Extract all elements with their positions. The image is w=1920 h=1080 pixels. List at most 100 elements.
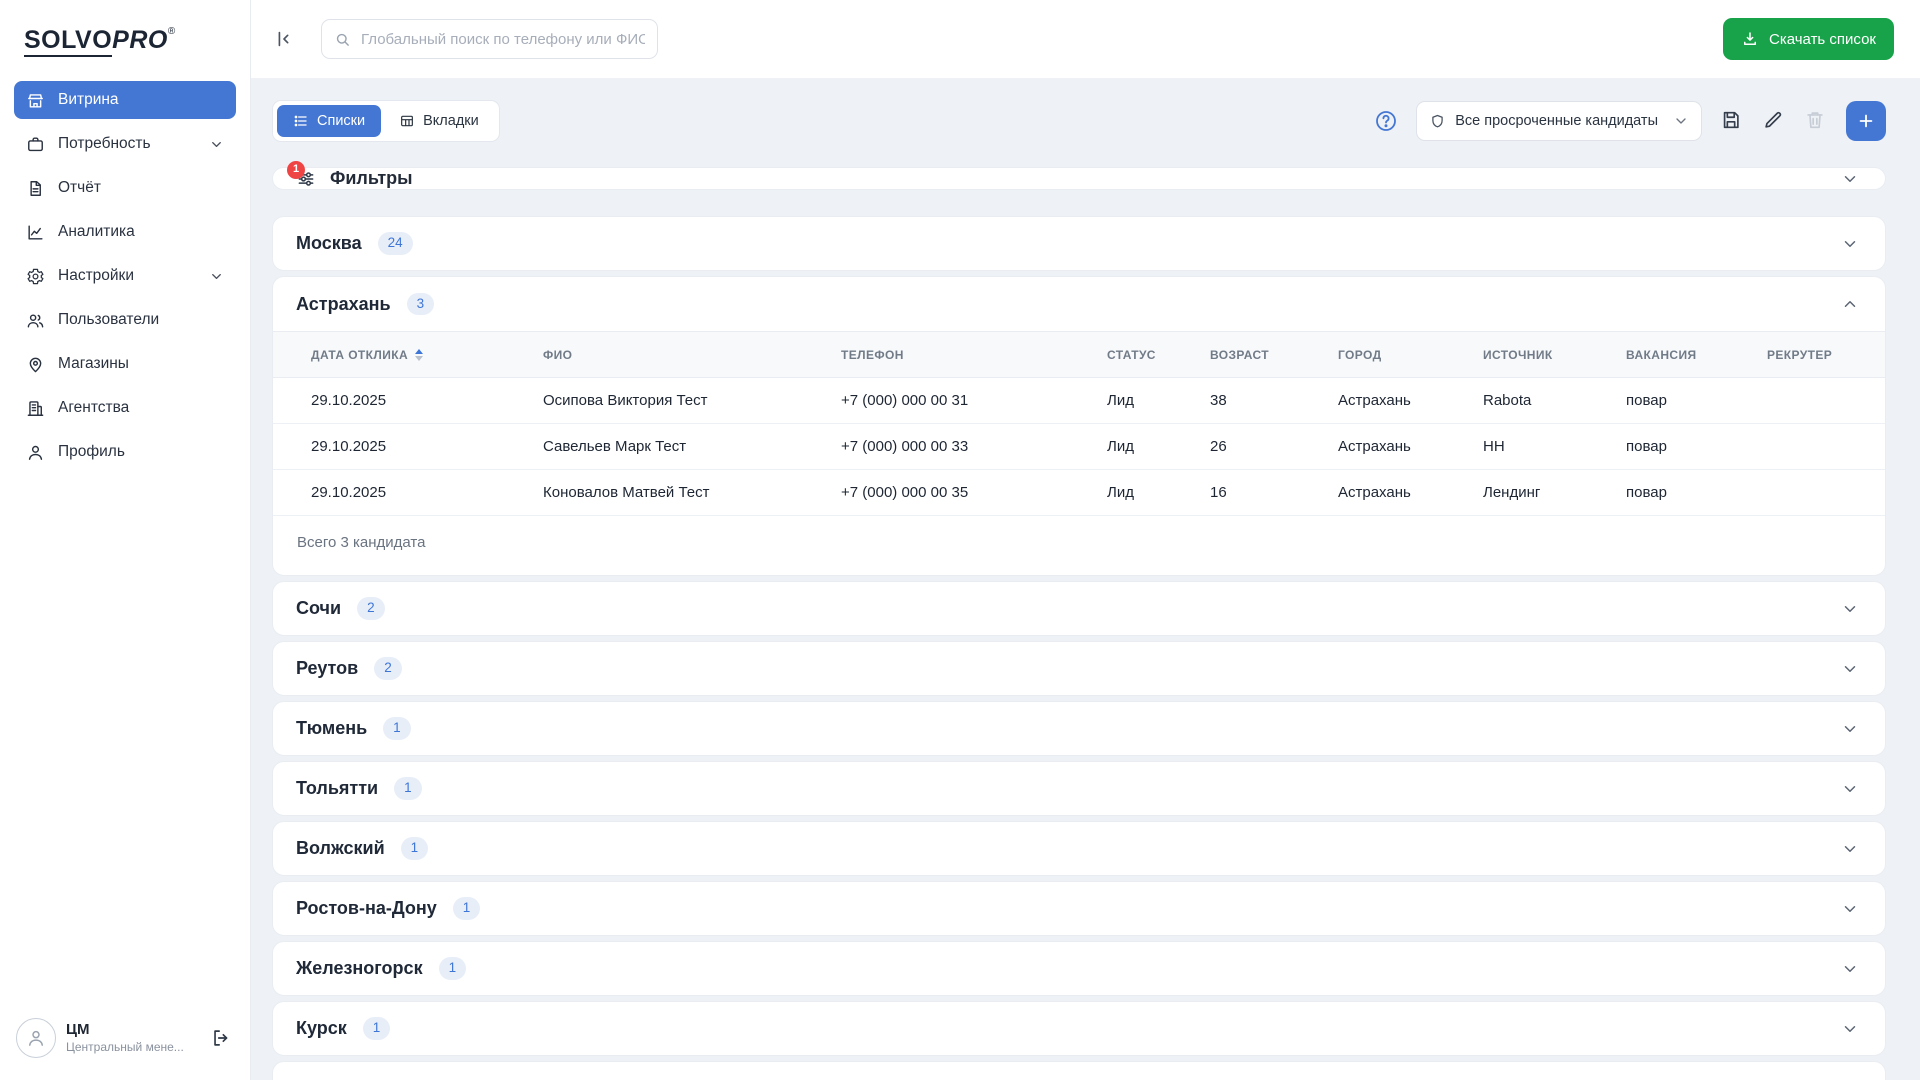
edit-button[interactable] (1762, 109, 1786, 133)
logo-text-accent: PRO (112, 26, 168, 54)
chevron-down-icon (1673, 113, 1689, 129)
group-reutov[interactable]: Реутов 2 (272, 641, 1886, 696)
candidate-row[interactable]: 29.10.2025 Осипова Виктория Тест +7 (000… (273, 377, 1885, 424)
sidebar-collapse-button[interactable] (267, 22, 301, 56)
trademark-symbol: ® (167, 26, 176, 37)
download-list-button[interactable]: Скачать список (1723, 18, 1894, 60)
add-list-button[interactable] (1846, 101, 1886, 141)
column-header-source: ИСТОЧНИК (1483, 331, 1626, 378)
group-tyumen[interactable]: Тюмень 1 (272, 701, 1886, 756)
sidebar-item-label: Отчёт (58, 179, 101, 196)
avatar (16, 1018, 56, 1058)
sidebar-item-label: Витрина (58, 91, 119, 108)
list-selector-dropdown[interactable]: Все просроченные кандидаты (1416, 101, 1702, 141)
candidates-table: ДАТА ОТКЛИКА ФИО ТЕЛЕФОН СТАТУС ВОЗРАСТ … (273, 331, 1885, 516)
logout-icon[interactable] (210, 1027, 232, 1049)
content: Списки Вкладки Все просроченные кандидат… (251, 78, 1920, 1080)
group-count-badge: 1 (362, 1017, 391, 1040)
filters-title: Фильтры (330, 168, 413, 188)
gear-icon (26, 267, 45, 286)
sidebar: SOLVOPRO® Витрина Потребность Отчёт Анал… (0, 0, 251, 1080)
column-header-recruiter: РЕКРУТЕР (1767, 331, 1885, 378)
group-count-badge: 2 (357, 597, 385, 620)
sidebar-item-label: Пользователи (58, 311, 160, 328)
column-header-city: ГОРОД (1338, 331, 1483, 378)
chevron-down-icon (1841, 600, 1859, 618)
group-count-badge: 1 (383, 717, 411, 740)
filter-sliders-icon: 1 (287, 160, 316, 189)
download-icon (1741, 30, 1759, 48)
chevron-down-icon (1841, 170, 1859, 188)
filter-count-badge: 1 (287, 160, 305, 179)
group-astrakhan[interactable]: Астрахань 3 ДАТА ОТКЛИКА ФИО ТЕЛЕФОН СТА… (272, 276, 1886, 576)
group-tolyatti[interactable]: Тольятти 1 (272, 761, 1886, 816)
user-icon (26, 443, 45, 462)
group-count-badge: 3 (406, 292, 435, 316)
filters-header: 1 Фильтры (287, 160, 413, 189)
group-title: Реутов (296, 658, 359, 678)
group-count-badge: 1 (452, 897, 481, 920)
briefcase-icon (26, 135, 45, 154)
candidate-row[interactable]: 29.10.2025 Коновалов Матвей Тест +7 (000… (273, 469, 1885, 516)
building-icon (26, 399, 45, 418)
group-count-badge: 1 (400, 837, 429, 860)
column-header-date[interactable]: ДАТА ОТКЛИКА (273, 331, 543, 378)
sidebar-item-profil[interactable]: Профиль (14, 433, 236, 471)
tab-label: Вкладки (423, 113, 479, 129)
group-title: Сочи (296, 598, 342, 618)
grid-icon (399, 113, 415, 129)
sidebar-item-analitika[interactable]: Аналитика (14, 213, 236, 251)
sidebar-item-nastroyki[interactable]: Настройки (14, 257, 236, 295)
sidebar-item-potrebnost[interactable]: Потребность (14, 125, 236, 163)
chart-icon (26, 223, 45, 242)
chevron-down-icon (1841, 720, 1859, 738)
save-button[interactable] (1720, 109, 1744, 133)
group-title: Железногорск (296, 958, 423, 978)
chevron-down-icon (209, 137, 224, 152)
map-pin-icon (26, 355, 45, 374)
group-zheleznogorsk[interactable]: Железногорск 1 (272, 941, 1886, 996)
storefront-icon (26, 91, 45, 110)
sidebar-item-label: Потребность (58, 135, 151, 152)
app-root: SOLVOPRO® Витрина Потребность Отчёт Анал… (0, 0, 1920, 1080)
group-rostov-na-donu[interactable]: Ростов-на-Дону 1 (272, 881, 1886, 936)
search-input[interactable] (361, 30, 645, 48)
sidebar-item-vitrina[interactable]: Витрина (14, 81, 236, 119)
group-card-partial[interactable] (272, 1061, 1886, 1080)
sort-icon (415, 348, 424, 361)
sidebar-item-label: Настройки (58, 267, 135, 284)
filters-panel[interactable]: 1 Фильтры (272, 160, 1886, 190)
candidate-row[interactable]: 29.10.2025 Савельев Марк Тест +7 (000) 0… (273, 423, 1885, 470)
sidebar-item-agentstva[interactable]: Агентства (14, 389, 236, 427)
help-icon[interactable] (1374, 109, 1398, 133)
chevron-down-icon (1841, 660, 1859, 678)
tab-lists[interactable]: Списки (277, 105, 382, 137)
sidebar-nav: Витрина Потребность Отчёт Аналитика Наст… (0, 75, 250, 471)
topbar: Скачать список (251, 0, 1920, 78)
tab-cards[interactable]: Вкладки (383, 105, 495, 137)
sidebar-item-otchet[interactable]: Отчёт (14, 169, 236, 207)
group-title: Курск (296, 1018, 347, 1038)
sidebar-item-magaziny[interactable]: Магазины (14, 345, 236, 383)
group-volzhsky[interactable]: Волжский 1 (272, 821, 1886, 876)
chevron-down-icon (1841, 235, 1859, 253)
group-sochi[interactable]: Сочи 2 (272, 581, 1886, 636)
group-count-badge: 24 (377, 232, 413, 255)
document-icon (26, 179, 45, 198)
shield-icon (1429, 113, 1446, 130)
group-title: Тюмень (296, 718, 368, 738)
download-button-label: Скачать список (1769, 30, 1876, 48)
logo: SOLVOPRO® (0, 0, 250, 75)
group-kursk[interactable]: Курск 1 (272, 1001, 1886, 1056)
view-switcher: Списки Вкладки (272, 100, 500, 142)
chevron-down-icon (1841, 840, 1859, 858)
sidebar-item-polzovateli[interactable]: Пользователи (14, 301, 236, 339)
group-title: Москва (296, 233, 362, 253)
group-moskva[interactable]: Москва 24 (272, 216, 1886, 271)
logo-text-primary: SOLVO (24, 26, 113, 57)
toolbar-actions: Все просроченные кандидаты (1374, 101, 1886, 141)
sidebar-profile: ЦМ Центральный мене... (0, 1004, 250, 1080)
search-icon (334, 31, 351, 48)
delete-button[interactable] (1804, 109, 1828, 133)
chevron-down-icon (1841, 960, 1859, 978)
